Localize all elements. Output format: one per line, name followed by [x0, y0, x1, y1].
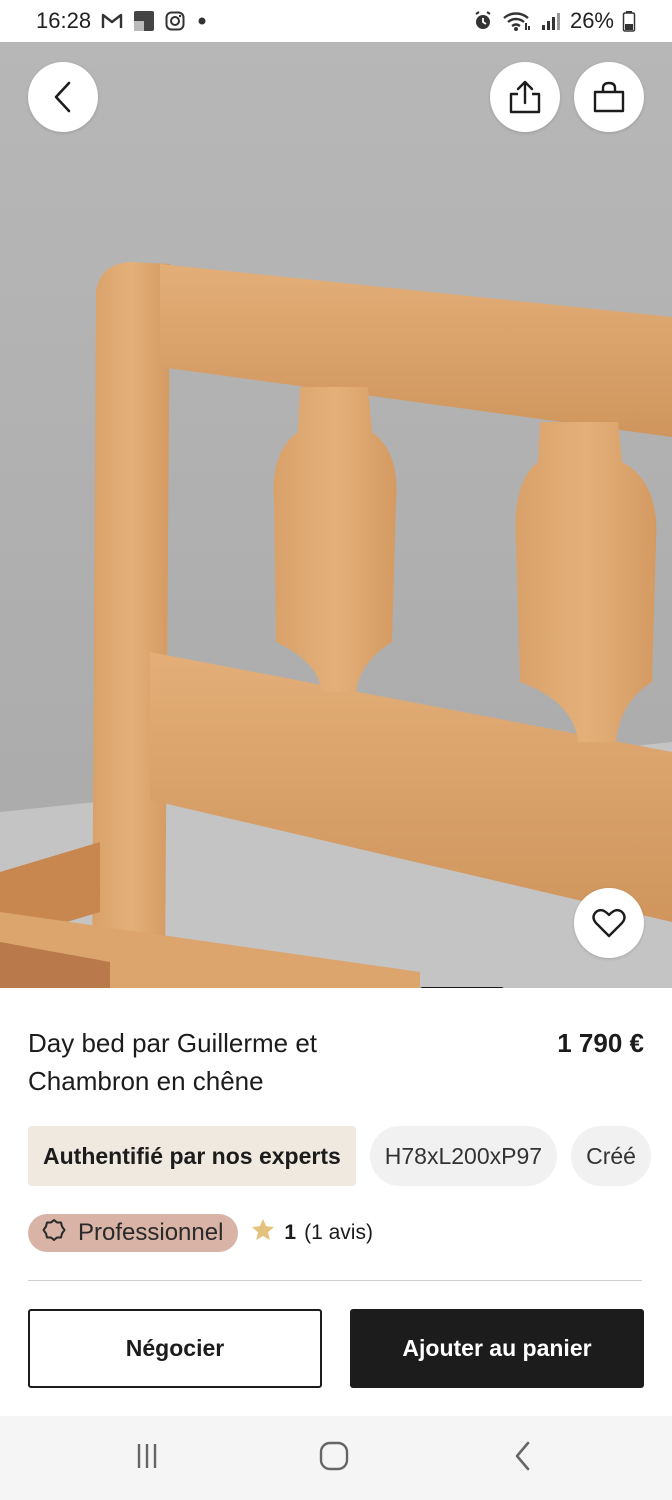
divider — [28, 1280, 642, 1281]
chip-dimensions[interactable]: H78xL200xP97 — [369, 1126, 558, 1186]
system-back-button[interactable] — [503, 1440, 543, 1476]
favorite-button[interactable] — [574, 888, 644, 958]
professional-badge[interactable]: Professionnel — [28, 1214, 239, 1252]
chip-created[interactable]: Créé — [571, 1126, 651, 1186]
cart-button[interactable] — [574, 62, 644, 132]
product-chips[interactable]: Authentifié par nos experts H78xL200xP97… — [28, 1126, 651, 1186]
status-right: 26% — [472, 8, 636, 34]
home-button[interactable] — [314, 1440, 354, 1476]
chip-authenticated[interactable]: Authentifié par nos experts — [28, 1126, 356, 1186]
home-icon — [318, 1440, 350, 1477]
rating-value: 1 — [284, 1221, 297, 1244]
rating-count: (1 avis) — [304, 1221, 373, 1244]
signal-icon — [540, 11, 562, 31]
alarm-icon — [472, 10, 494, 32]
recent-apps-icon — [132, 1441, 162, 1476]
star-icon — [250, 1217, 276, 1249]
app-icon — [133, 10, 155, 32]
share-button[interactable] — [490, 62, 560, 132]
recent-apps-button[interactable] — [127, 1440, 167, 1476]
product-price: 1 790 € — [557, 1028, 644, 1058]
status-time: 16:28 — [36, 8, 92, 33]
wifi-icon — [502, 10, 532, 32]
add-to-cart-button[interactable]: Ajouter au panier — [350, 1309, 644, 1388]
status-left: 16:28 — [36, 8, 209, 34]
share-icon — [508, 79, 542, 115]
system-navigation-bar — [0, 1416, 672, 1500]
dot-icon — [195, 14, 209, 28]
back-button[interactable] — [28, 62, 98, 132]
product-photo — [0, 42, 672, 988]
shopping-bag-icon — [592, 80, 626, 114]
product-image-carousel[interactable] — [0, 42, 672, 988]
badge-icon — [42, 1218, 66, 1249]
instagram-icon — [165, 11, 185, 31]
heart-icon — [591, 907, 627, 939]
negotiate-button[interactable]: Négocier — [28, 1309, 322, 1388]
seller-rating[interactable]: 1 (1 avis) — [250, 1217, 373, 1249]
battery-icon — [622, 10, 636, 32]
badge-label: Professionnel — [78, 1219, 224, 1246]
carousel-pager-indicator — [420, 987, 504, 988]
seller-row: Professionnel 1 (1 avis) — [28, 1214, 373, 1252]
chevron-left-icon — [52, 80, 74, 114]
status-bar: 16:28 26% — [0, 0, 672, 42]
product-title: Day bed par Guillerme et Chambron en chê… — [28, 1028, 318, 1096]
gmail-icon — [101, 12, 123, 30]
back-arrow-icon — [512, 1440, 534, 1477]
battery-percent: 26% — [569, 8, 614, 33]
